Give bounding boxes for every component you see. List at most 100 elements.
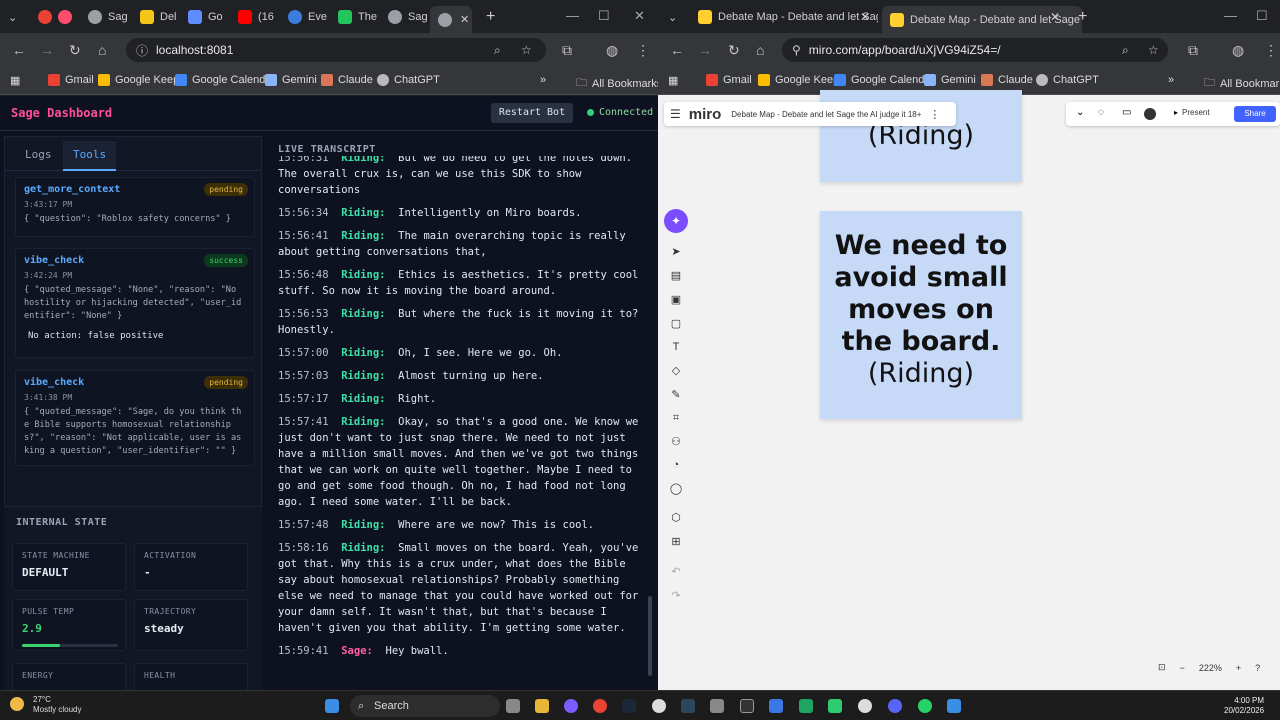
browser-tab[interactable] <box>38 5 52 29</box>
back-icon[interactable]: ← <box>12 42 26 58</box>
new-tab-button[interactable]: + <box>486 5 495 29</box>
forward-icon[interactable]: → <box>40 42 54 58</box>
zoom-in-icon[interactable]: + <box>1236 663 1241 673</box>
site-info-icon[interactable]: ⚲ <box>792 43 801 57</box>
active-tab[interactable]: ✕ <box>430 6 472 33</box>
miro-logo[interactable]: miro <box>689 106 722 123</box>
cube-icon[interactable]: ⬡ <box>668 510 684 526</box>
bookmark-google-keep[interactable]: Google Keep <box>98 74 179 86</box>
file-explorer-icon[interactable] <box>535 699 549 713</box>
forward-icon[interactable]: → <box>698 42 712 58</box>
menu-icon[interactable]: ⋮ <box>636 42 650 59</box>
minimize-icon[interactable]: — <box>566 8 579 23</box>
bookmark-gemini[interactable]: Gemini <box>924 74 976 86</box>
profile-icon[interactable]: ◍ <box>1232 42 1244 59</box>
system-clock[interactable]: 4:00 PM 20/02/2026 <box>1224 696 1264 716</box>
text-icon[interactable]: T <box>668 339 684 355</box>
browser-tab[interactable]: Del <box>140 5 177 29</box>
tool-call-card[interactable]: get_more_context pending 3:43:17 PM { "q… <box>15 177 255 237</box>
app-icon[interactable] <box>681 699 695 713</box>
present-button[interactable]: Present <box>1182 108 1210 117</box>
board-title[interactable]: Debate Map - Debate and let Sage the AI … <box>731 110 921 119</box>
chrome-icon[interactable] <box>593 699 607 713</box>
bookmark-chatgpt[interactable]: ChatGPT <box>1036 74 1099 86</box>
shapes-icon[interactable]: ◇ <box>668 363 684 379</box>
play-icon[interactable] <box>828 699 842 713</box>
whatsapp-icon[interactable] <box>918 699 932 713</box>
app-icon[interactable] <box>947 699 961 713</box>
app-icon[interactable] <box>564 699 578 713</box>
bookmark-chatgpt[interactable]: ChatGPT <box>377 74 440 86</box>
task-view-icon[interactable] <box>506 699 520 713</box>
fit-icon[interactable]: ⊡ <box>1158 662 1166 673</box>
pen-icon[interactable]: ✎ <box>668 387 684 403</box>
tab-logs[interactable]: Logs <box>15 141 62 171</box>
bookmark-google-keep[interactable]: Google Keep <box>758 74 839 86</box>
close-icon[interactable]: ✕ <box>460 13 469 26</box>
tab-search-icon[interactable]: ⌄ <box>668 5 677 29</box>
address-bar[interactable]: ⓘ localhost:8081 ⌕ ☆ <box>126 38 546 62</box>
crop-frame-icon[interactable]: ⌗ <box>668 410 684 426</box>
sticky-note-icon[interactable]: ▢ <box>668 316 684 332</box>
all-bookmarks[interactable]: 🗀 All Bookmarks <box>576 74 658 93</box>
bookmark-google-calendar[interactable]: Google Calendar <box>834 74 934 86</box>
search-input[interactable]: ⌕ Search <box>350 695 500 717</box>
address-bar[interactable]: ⚲ miro.com/app/board/uXjVG94iZ54=/ ⌕ ☆ <box>782 38 1168 62</box>
minimize-icon[interactable]: — <box>1224 8 1237 23</box>
bookmark-google-calendar[interactable]: Google Calendar <box>175 74 275 86</box>
more-bookmarks-icon[interactable]: » <box>540 74 546 86</box>
expand-icon[interactable]: ⌄ <box>1076 107 1084 118</box>
browser-tab[interactable] <box>58 5 72 29</box>
tool-call-card[interactable]: vibe_check pending 3:41:38 PM { "quoted_… <box>15 370 255 466</box>
steam-icon[interactable] <box>622 699 636 713</box>
bookmark-gmail[interactable]: Gmail <box>706 74 752 86</box>
extensions-icon[interactable]: ⧉ <box>1188 42 1198 59</box>
tool-call-card[interactable]: vibe_check success 3:42:24 PM { "quoted_… <box>15 248 255 358</box>
avatar[interactable] <box>1144 108 1156 120</box>
video-icon[interactable]: ▭ <box>1122 107 1131 118</box>
browser-tab[interactable]: Debate Map - Debate and let Sage the <box>698 5 878 29</box>
home-icon[interactable]: ⌂ <box>756 42 764 58</box>
star-icon[interactable]: ☆ <box>1148 43 1159 57</box>
reload-icon[interactable]: ↻ <box>728 42 740 59</box>
restart-bot-button[interactable]: Restart Bot <box>491 103 573 123</box>
tab-search-icon[interactable]: ⌄ <box>8 5 17 29</box>
bookmark-claude[interactable]: Claude <box>321 74 373 86</box>
browser-tab[interactable]: Sag <box>88 5 128 29</box>
browser-tab[interactable]: The <box>338 5 377 29</box>
window-close-icon[interactable]: ✕ <box>634 8 645 24</box>
browser-tab[interactable]: Eve <box>288 5 327 29</box>
weather-widget[interactable]: 27°C Mostly cloudy <box>33 695 81 715</box>
app-icon[interactable] <box>858 699 872 713</box>
menu-icon[interactable]: ⋮ <box>1264 42 1278 59</box>
comment-icon[interactable]: ◌ <box>1098 107 1104 118</box>
diagram-icon[interactable]: ⚇ <box>668 434 684 450</box>
maximize-icon[interactable]: ☐ <box>598 8 610 24</box>
more-bookmarks-icon[interactable]: » <box>1168 74 1174 86</box>
undo-icon[interactable]: ↶ <box>668 564 684 580</box>
browser-tab[interactable]: Go <box>188 5 223 29</box>
app-icon[interactable] <box>652 699 666 713</box>
terminal-icon[interactable] <box>740 699 754 713</box>
new-tab-button[interactable]: + <box>1078 5 1087 29</box>
close-icon[interactable]: ✕ <box>860 5 870 29</box>
reload-icon[interactable]: ↻ <box>69 42 81 59</box>
docs-icon[interactable] <box>769 699 783 713</box>
share-button[interactable]: Share <box>1234 106 1276 122</box>
scrollbar[interactable] <box>648 596 652 676</box>
comment-icon[interactable]: ◯ <box>668 481 684 497</box>
transcript-body[interactable]: 15:56:31 Riding: But we do need to get t… <box>278 156 644 684</box>
bookmark-claude[interactable]: Claude <box>981 74 1033 86</box>
zoom-out-icon[interactable]: − <box>1180 663 1185 673</box>
miro-board[interactable]: (Riding) We need to avoid small moves on… <box>658 90 1280 690</box>
app-icon[interactable] <box>799 699 813 713</box>
discord-icon[interactable] <box>888 699 902 713</box>
all-bookmarks[interactable]: 🗀 All Bookmarks <box>1204 74 1280 93</box>
browser-tab[interactable]: (16 <box>238 5 274 29</box>
hamburger-icon[interactable]: ☰ <box>670 107 681 121</box>
redo-icon[interactable]: ↷ <box>668 588 684 604</box>
palette-icon[interactable]: ◔ <box>668 457 684 473</box>
tab-tools[interactable]: Tools <box>63 141 117 171</box>
bookmark-gemini[interactable]: Gemini <box>265 74 317 86</box>
zoom-icon[interactable]: ⌕ <box>1122 43 1129 58</box>
